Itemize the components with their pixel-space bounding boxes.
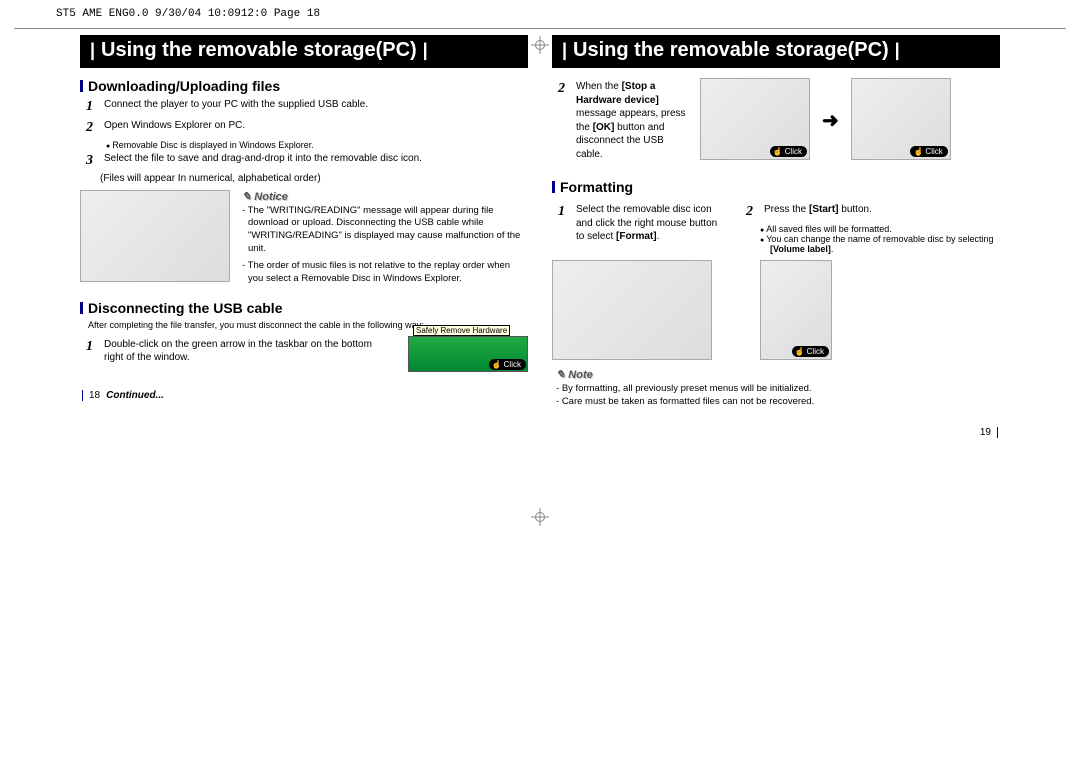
- explorer-format-screenshot: [552, 260, 712, 360]
- step-2-sub: Removable Disc is displayed in Windows E…: [106, 140, 528, 150]
- fmt-step-number-1: 1: [558, 203, 570, 244]
- disc-step-1: 1 Double-click on the green arrow in the…: [86, 338, 388, 365]
- stop-hardware-dialog-2: Click: [851, 78, 951, 160]
- left-page: | Using the removable storage(PC) | Down…: [80, 35, 528, 438]
- section-downloading-label: Downloading/Uploading files: [88, 78, 280, 94]
- title-tail-bar: |: [423, 40, 428, 61]
- click-badge-3: Click: [910, 146, 947, 157]
- fmt-step-number-2: 2: [746, 203, 758, 222]
- right-title-text: Using the removable storage(PC): [573, 39, 889, 62]
- disc-step-number-1: 1: [86, 338, 98, 365]
- file-meta-header: ST5 AME ENG0.0 9/30/04 10:0912:0 Page 18: [0, 0, 1080, 28]
- notice-heading: Notice: [242, 190, 528, 203]
- continued-label: Continued...: [106, 390, 164, 401]
- left-footer: 18 Continued...: [80, 390, 528, 401]
- notice-body: The "WRITING/READING" message will appea…: [242, 205, 528, 286]
- note-body: By formatting, all previously preset men…: [556, 383, 1000, 409]
- step-2: 2 Open Windows Explorer on PC.: [86, 119, 528, 138]
- section-formatting: Formatting: [552, 179, 1000, 195]
- notice-item-b: The order of music files is not relative…: [242, 260, 528, 286]
- step-1: 1 Connect the player to your PC with the…: [86, 98, 528, 117]
- click-badge: Click: [489, 359, 526, 370]
- crop-mark-top: [533, 38, 547, 52]
- explorer-screenshot: [80, 190, 230, 282]
- page-spread: | Using the removable storage(PC) | Down…: [0, 35, 1080, 438]
- taskbar-screenshot-wrap: Safely Remove Hardware Click: [400, 336, 528, 372]
- left-page-number: 18: [89, 390, 100, 401]
- fmt-bullet-b: You can change the name of removable dis…: [760, 234, 1000, 254]
- fmt-step-1-text: Select the removable disc icon and click…: [576, 203, 728, 244]
- title-lead-bar-r: |: [562, 40, 567, 61]
- fmt-step-2: 2 Press the [Start] button.: [746, 203, 1000, 222]
- section-formatting-label: Formatting: [560, 179, 633, 195]
- step-3: 3 Select the file to save and drag-and-d…: [86, 152, 528, 171]
- section-downloading: Downloading/Uploading files: [80, 78, 528, 94]
- arrow-right-icon: ➜: [822, 108, 839, 133]
- title-lead-bar: |: [90, 40, 95, 61]
- step-2-text: Open Windows Explorer on PC.: [104, 119, 528, 138]
- note-b: Care must be taken as formatted files ca…: [556, 396, 1000, 409]
- right-page: | Using the removable storage(PC) | 2 Wh…: [552, 35, 1000, 438]
- title-tail-bar-r: |: [895, 40, 900, 61]
- stop-hardware-dialog-1: Click: [700, 78, 810, 160]
- safely-remove-tooltip: Safely Remove Hardware: [413, 325, 510, 336]
- r-step-number-2: 2: [558, 80, 570, 161]
- right-title-bar: | Using the removable storage(PC) |: [552, 35, 1000, 68]
- right-footer: 19: [552, 427, 1000, 438]
- top-rule: [14, 28, 1066, 29]
- section-disconnect-label: Disconnecting the USB cable: [88, 300, 282, 316]
- fmt-step-1: 1 Select the removable disc icon and cli…: [558, 203, 728, 244]
- left-title-bar: | Using the removable storage(PC) |: [80, 35, 528, 68]
- notice-item-a: The "WRITING/READING" message will appea…: [242, 205, 528, 256]
- format-dialog-screenshot: Click: [760, 260, 832, 360]
- step-number-1: 1: [86, 98, 98, 117]
- fmt-bullet-a: All saved files will be formatted.: [760, 224, 1000, 234]
- click-badge-2: Click: [770, 146, 807, 157]
- r-step-2: 2 When the [Stop a Hardware device] mess…: [558, 80, 688, 161]
- step-1-text: Connect the player to your PC with the s…: [104, 98, 528, 117]
- note-a: By formatting, all previously preset men…: [556, 383, 1000, 396]
- step-number-3: 3: [86, 152, 98, 171]
- crop-mark-middle: [533, 510, 547, 524]
- disc-step-1-text: Double-click on the green arrow in the t…: [104, 338, 388, 365]
- click-badge-4: Click: [792, 346, 829, 357]
- section-disconnect: Disconnecting the USB cable: [80, 300, 528, 316]
- right-page-number: 19: [980, 427, 991, 438]
- r-step-2-text: When the [Stop a Hardware device] messag…: [576, 80, 688, 161]
- note-heading: Note: [556, 368, 1000, 381]
- explorer-row: Notice The "WRITING/READING" message wil…: [80, 190, 528, 286]
- fmt-step-2-text: Press the [Start] button.: [764, 203, 1000, 222]
- step-3-text: Select the file to save and drag-and-dro…: [104, 152, 528, 171]
- step-3-sub: (Files will appear In numerical, alphabe…: [100, 173, 528, 184]
- left-title-text: Using the removable storage(PC): [101, 39, 417, 62]
- step-number-2: 2: [86, 119, 98, 138]
